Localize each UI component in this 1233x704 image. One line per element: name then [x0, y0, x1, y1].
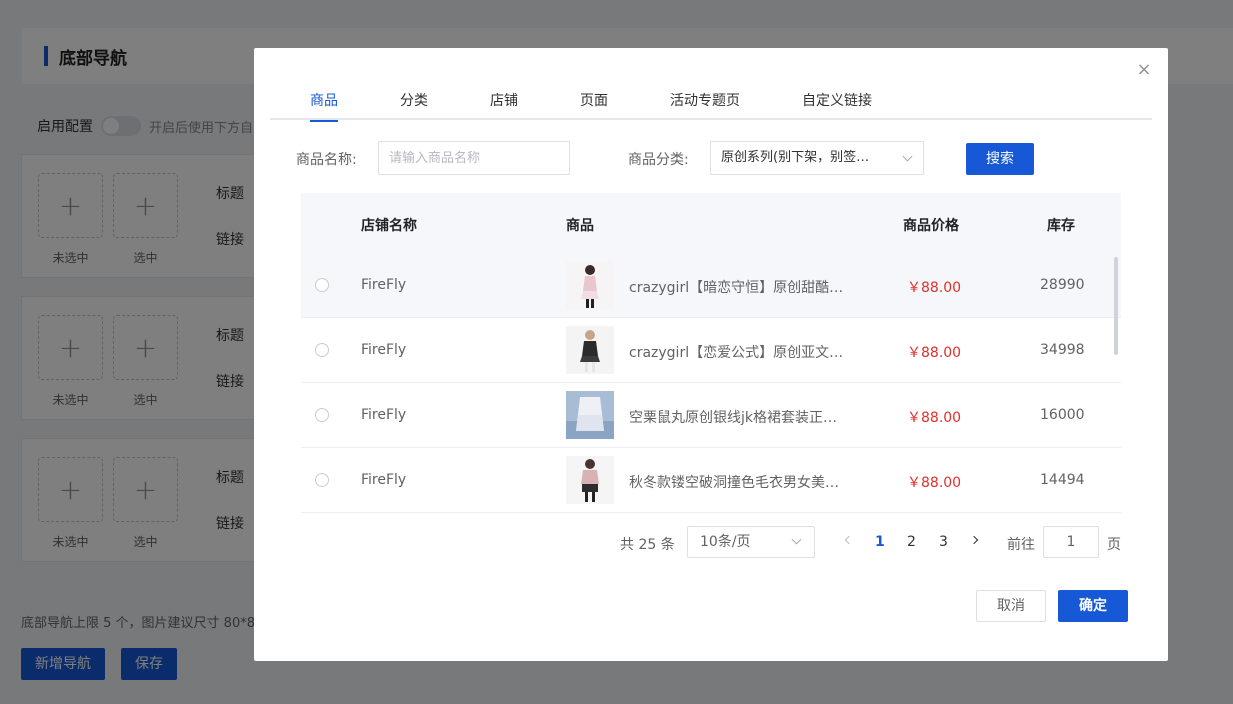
goods-stock: 28990 — [1040, 277, 1085, 293]
col-price: 商品价格 — [903, 218, 959, 234]
link-select-dialog: × 商品 分类 店铺 页面 活动专题页 自定义链接 商品名称: 商品分类: 原创… — [254, 48, 1168, 661]
goods-name: crazygirl【恋爱公式】原创亚文… — [629, 345, 844, 361]
goods-price: ￥88.00 — [907, 410, 962, 426]
goods-stock: 16000 — [1040, 407, 1085, 423]
tab-shop[interactable]: 店铺 — [490, 90, 518, 120]
tab-bar: 商品 分类 店铺 页面 活动专题页 自定义链接 — [270, 86, 1152, 122]
table-scrollbar[interactable] — [1114, 257, 1118, 355]
page-size-select[interactable]: 10条/页 — [687, 526, 815, 558]
shop-name: FireFly — [361, 277, 407, 293]
goods-stock: 14494 — [1040, 472, 1085, 488]
goto-unit: 页 — [1107, 537, 1121, 553]
pagination-total: 共 25 条 — [620, 537, 675, 553]
col-stock: 库存 — [1047, 218, 1075, 234]
goods-price: ￥88.00 — [907, 475, 962, 491]
row-radio[interactable] — [315, 473, 329, 487]
goods-name: 空栗鼠丸原创银线jk格裙套装正… — [629, 410, 837, 426]
table-row[interactable]: FireFly 秋冬款镂空破洞撞色毛衣男女美… ￥88.00 14494 — [301, 448, 1121, 513]
goto-label: 前往 — [1007, 537, 1035, 553]
goods-category-select[interactable]: 原创系列(别下架，别签… — [710, 141, 924, 175]
table-row[interactable]: FireFly crazygirl【暗恋守恒】原创甜酷2… ￥88.00 289… — [301, 253, 1121, 318]
goods-thumbnail — [566, 456, 614, 504]
tab-category[interactable]: 分类 — [400, 90, 428, 120]
row-radio[interactable] — [315, 278, 329, 292]
goods-name-label: 商品名称: — [296, 152, 357, 168]
goods-name: 秋冬款镂空破洞撞色毛衣男女美… — [629, 475, 839, 491]
shop-name: FireFly — [361, 472, 407, 488]
goods-price: ￥88.00 — [907, 280, 962, 296]
col-shop-name: 店铺名称 — [361, 218, 417, 234]
shop-name: FireFly — [361, 407, 407, 423]
goods-category-value: 原创系列(别下架，别签… — [721, 150, 870, 165]
table-row[interactable]: FireFly 空栗鼠丸原创银线jk格裙套装正… ￥88.00 16000 — [301, 383, 1121, 448]
goto-page-input[interactable] — [1043, 526, 1099, 558]
page-number[interactable]: 2 — [907, 534, 916, 550]
table-header: 店铺名称 商品 商品价格 库存 — [301, 193, 1121, 253]
prev-page-icon[interactable] — [844, 535, 854, 545]
goods-price: ￥88.00 — [907, 345, 962, 361]
goods-name: crazygirl【暗恋守恒】原创甜酷2… — [629, 280, 845, 296]
tab-goods[interactable]: 商品 — [310, 90, 338, 122]
col-goods: 商品 — [566, 218, 594, 234]
chevron-down-icon — [902, 151, 913, 162]
close-icon[interactable]: × — [1136, 61, 1152, 79]
row-radio[interactable] — [315, 408, 329, 422]
tab-activity-page[interactable]: 活动专题页 — [670, 90, 740, 120]
confirm-button[interactable]: 确定 — [1058, 590, 1128, 622]
row-radio[interactable] — [315, 343, 329, 357]
tab-page[interactable]: 页面 — [580, 90, 608, 120]
tab-custom-link[interactable]: 自定义链接 — [802, 90, 872, 120]
goods-table: 店铺名称 商品 商品价格 库存 FireFly crazygirl【暗恋守恒】原… — [301, 193, 1121, 514]
chevron-down-icon — [791, 534, 802, 545]
goods-stock: 34998 — [1040, 342, 1085, 358]
cancel-button[interactable]: 取消 — [976, 590, 1046, 622]
goods-thumbnail — [566, 391, 614, 439]
shop-name: FireFly — [361, 342, 407, 358]
goods-category-label: 商品分类: — [628, 152, 689, 168]
search-button[interactable]: 搜索 — [966, 143, 1034, 175]
goods-thumbnail — [566, 261, 614, 309]
goods-thumbnail — [566, 326, 614, 374]
page-number[interactable]: 3 — [939, 534, 948, 550]
table-row[interactable]: FireFly crazygirl【恋爱公式】原创亚文… ￥88.00 3499… — [301, 318, 1121, 383]
goods-name-input[interactable] — [378, 141, 570, 175]
page-size-value: 10条/页 — [700, 534, 751, 550]
page-number[interactable]: 1 — [875, 534, 885, 550]
next-page-icon[interactable] — [969, 535, 979, 545]
